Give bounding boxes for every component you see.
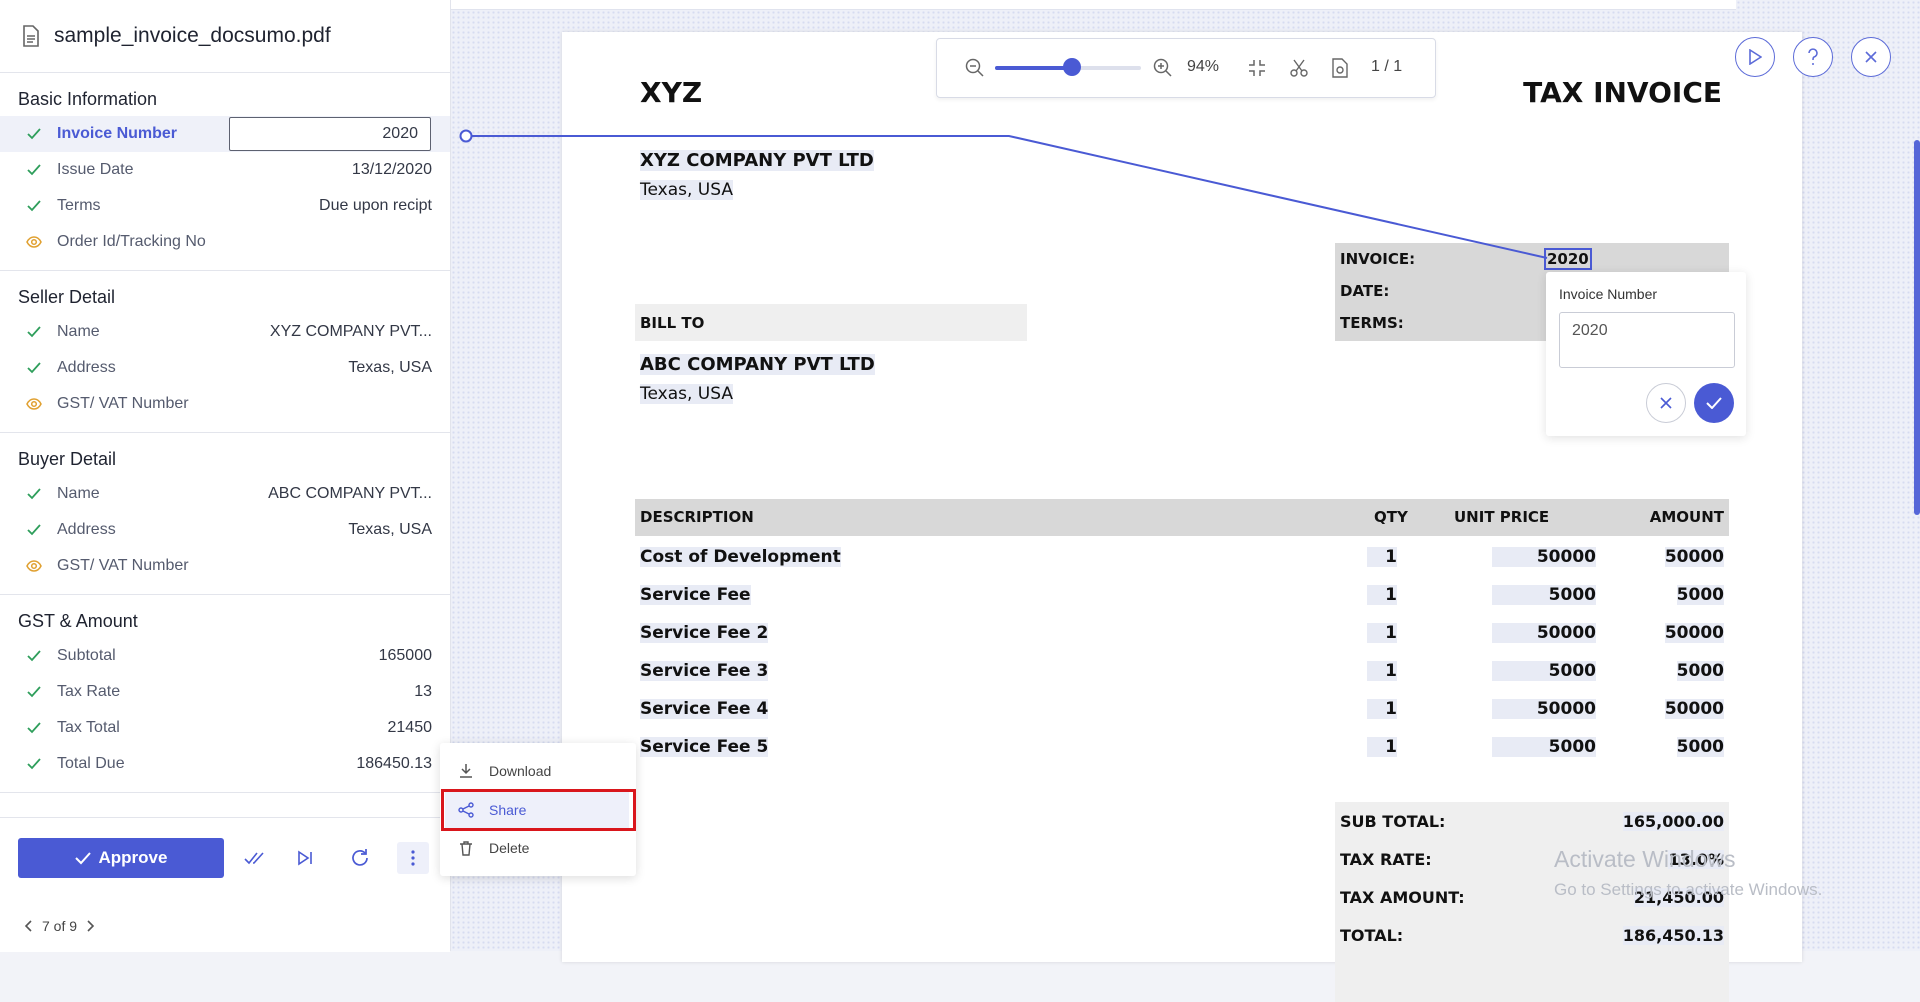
watermark-subtitle: Go to Settings to activate Windows. xyxy=(1554,880,1823,899)
popup-title: Invoice Number xyxy=(1559,286,1658,302)
popup-confirm-button[interactable] xyxy=(1694,383,1734,423)
field-link-line xyxy=(459,129,1548,259)
popup-cancel-button[interactable] xyxy=(1646,383,1686,423)
help-icon xyxy=(1808,48,1818,65)
field-edit-popup: Invoice Number 2020 xyxy=(1546,272,1746,436)
menu-item-delete[interactable]: Delete xyxy=(440,830,636,866)
close-icon xyxy=(1660,397,1672,409)
menu-label-delete: Delete xyxy=(489,840,530,856)
search-page-icon[interactable] xyxy=(1331,58,1349,78)
zoom-in-icon[interactable] xyxy=(1153,58,1173,78)
check-icon xyxy=(1706,397,1722,409)
close-icon xyxy=(1865,51,1877,63)
menu-item-download[interactable]: Download xyxy=(440,753,636,789)
close-viewer-button[interactable] xyxy=(1851,37,1891,77)
scissors-icon[interactable] xyxy=(1289,58,1309,78)
page-indicator: 1 / 1 xyxy=(1371,58,1402,76)
trash-icon xyxy=(460,841,472,856)
zoom-level: 94% xyxy=(1187,58,1220,75)
help-button[interactable] xyxy=(1793,37,1833,77)
watermark-title: Activate Windows xyxy=(1554,846,1736,872)
zoom-slider[interactable] xyxy=(995,58,1141,76)
page-total: 1 xyxy=(1393,58,1403,75)
viewer-toolbar: 94% 1 / 1 xyxy=(936,38,1436,98)
zoom-slider-handle[interactable] xyxy=(1063,58,1082,76)
viewer-scrollbar[interactable] xyxy=(1914,140,1920,515)
highlight-annotation-box xyxy=(441,789,636,831)
zoom-out-icon[interactable] xyxy=(965,58,985,78)
page-current: 1 xyxy=(1371,58,1380,75)
download-icon xyxy=(460,764,472,778)
page-separator: / xyxy=(1384,58,1389,75)
collapse-icon[interactable] xyxy=(1247,58,1267,78)
play-button[interactable] xyxy=(1735,37,1775,77)
play-icon xyxy=(1749,49,1762,65)
popup-value-input[interactable]: 2020 xyxy=(1559,312,1735,368)
menu-label-download: Download xyxy=(489,763,552,779)
zoom-slider-fill xyxy=(995,66,1073,70)
